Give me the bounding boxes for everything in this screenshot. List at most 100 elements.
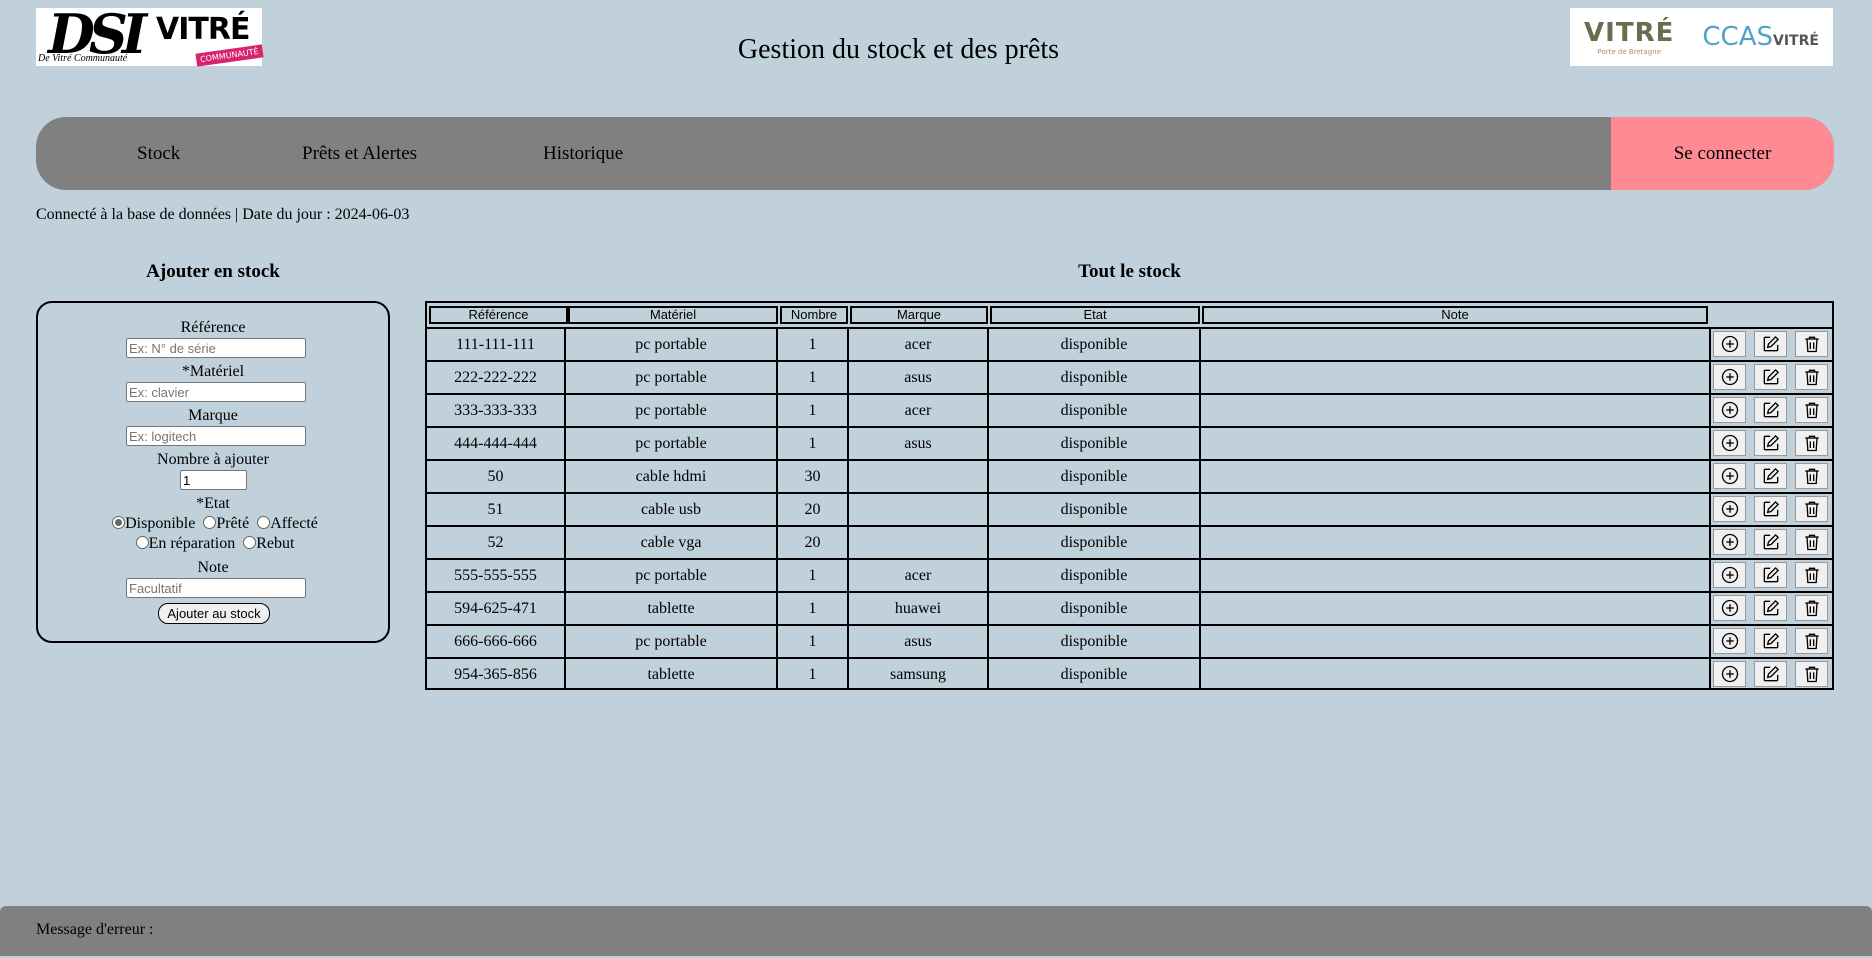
edit-button[interactable] — [1754, 529, 1787, 555]
plus-circle-icon — [1720, 664, 1740, 684]
delete-button[interactable] — [1795, 463, 1828, 489]
column-header-note: Note — [1202, 306, 1708, 324]
ccas-logo: CCASVITRÉ — [1702, 22, 1819, 52]
cell-materiel: tablette — [566, 593, 778, 624]
plus-circle-icon — [1720, 532, 1740, 552]
loan-button[interactable] — [1713, 628, 1746, 654]
note-input[interactable] — [126, 578, 306, 598]
delete-button[interactable] — [1795, 496, 1828, 522]
trash-icon — [1802, 499, 1822, 519]
edit-button[interactable] — [1754, 496, 1787, 522]
loan-button[interactable] — [1713, 529, 1746, 555]
edit-button[interactable] — [1754, 397, 1787, 423]
loan-button[interactable] — [1713, 496, 1746, 522]
edit-button[interactable] — [1754, 463, 1787, 489]
edit-icon — [1761, 400, 1781, 420]
delete-button[interactable] — [1795, 430, 1828, 456]
cell-marque: asus — [849, 626, 989, 657]
loan-button[interactable] — [1713, 430, 1746, 456]
edit-icon — [1761, 664, 1781, 684]
edit-button[interactable] — [1754, 562, 1787, 588]
edit-button[interactable] — [1754, 628, 1787, 654]
edit-icon — [1761, 598, 1781, 618]
cell-reference: 333-333-333 — [427, 395, 566, 426]
vitre-logo-subtitle: Porte de Bretagne — [1597, 48, 1661, 56]
reference-input[interactable] — [126, 338, 306, 358]
nav-prets-alertes[interactable]: Prêts et Alertes — [302, 117, 417, 190]
cell-nombre: 30 — [778, 461, 849, 492]
delete-button[interactable] — [1795, 529, 1828, 555]
note-label: Note — [197, 559, 229, 576]
cell-materiel: pc portable — [566, 560, 778, 591]
trash-icon — [1802, 466, 1822, 486]
etat-disponible-label: Disponible — [125, 515, 196, 532]
error-message: Message d'erreur : — [36, 921, 154, 938]
delete-button[interactable] — [1795, 562, 1828, 588]
loan-button[interactable] — [1713, 331, 1746, 357]
edit-button[interactable] — [1754, 331, 1787, 357]
etat-rebut-radio[interactable] — [243, 536, 257, 549]
loan-button[interactable] — [1713, 364, 1746, 390]
trash-icon — [1802, 664, 1822, 684]
cell-note — [1201, 395, 1711, 426]
plus-circle-icon — [1720, 466, 1740, 486]
materiel-input[interactable] — [126, 382, 306, 402]
cell-etat: disponible — [989, 626, 1201, 657]
loan-button[interactable] — [1713, 661, 1746, 687]
etat-reparation-radio[interactable] — [135, 536, 149, 549]
edit-button[interactable] — [1754, 430, 1787, 456]
edit-icon — [1761, 631, 1781, 651]
edit-button[interactable] — [1754, 364, 1787, 390]
cell-marque: acer — [849, 395, 989, 426]
cell-etat: disponible — [989, 329, 1201, 360]
loan-button[interactable] — [1713, 562, 1746, 588]
table-row: 51 cable usb 20 disponible — [427, 492, 1832, 525]
cell-nombre: 1 — [778, 329, 849, 360]
column-header-etat: Etat — [990, 306, 1200, 324]
cell-etat: disponible — [989, 461, 1201, 492]
delete-button[interactable] — [1795, 628, 1828, 654]
ccas-logo-suffix: VITRÉ — [1773, 33, 1819, 49]
trash-icon — [1802, 433, 1822, 453]
nav-stock[interactable]: Stock — [137, 117, 180, 190]
cell-etat: disponible — [989, 428, 1201, 459]
vitre-ccas-logo: VITRÉ Porte de Bretagne CCASVITRÉ — [1570, 8, 1833, 66]
cell-nombre: 1 — [778, 626, 849, 657]
cell-note — [1201, 593, 1711, 624]
cell-reference: 51 — [427, 494, 566, 525]
nav-historique[interactable]: Historique — [543, 117, 623, 190]
edit-icon — [1761, 499, 1781, 519]
loan-button[interactable] — [1713, 397, 1746, 423]
etat-affecte-radio[interactable] — [257, 516, 271, 529]
add-to-stock-button[interactable]: Ajouter au stock — [158, 603, 270, 624]
edit-button[interactable] — [1754, 595, 1787, 621]
login-button[interactable]: Se connecter — [1611, 117, 1834, 190]
cell-note — [1201, 659, 1711, 690]
cell-reference: 222-222-222 — [427, 362, 566, 393]
delete-button[interactable] — [1795, 364, 1828, 390]
nombre-label: Nombre à ajouter — [157, 451, 269, 468]
cell-etat: disponible — [989, 362, 1201, 393]
footer: Message d'erreur : — [0, 906, 1872, 956]
cell-marque — [849, 527, 989, 558]
edit-button[interactable] — [1754, 661, 1787, 687]
etat-prete-radio[interactable] — [203, 516, 217, 529]
delete-button[interactable] — [1795, 661, 1828, 687]
delete-button[interactable] — [1795, 397, 1828, 423]
cell-marque: acer — [849, 329, 989, 360]
delete-button[interactable] — [1795, 331, 1828, 357]
header: DSI De Vitré Communauté VITRÉ COMMUNAUTÉ… — [0, 0, 1872, 110]
cell-reference: 666-666-666 — [427, 626, 566, 657]
loan-button[interactable] — [1713, 595, 1746, 621]
delete-button[interactable] — [1795, 595, 1828, 621]
edit-icon — [1761, 565, 1781, 585]
cell-nombre: 20 — [778, 527, 849, 558]
plus-circle-icon — [1720, 400, 1740, 420]
loan-button[interactable] — [1713, 463, 1746, 489]
marque-input[interactable] — [126, 426, 306, 446]
etat-disponible-radio[interactable] — [112, 516, 126, 529]
nombre-input[interactable] — [180, 470, 247, 490]
trash-icon — [1802, 367, 1822, 387]
table-row: 222-222-222 pc portable 1 asus disponible — [427, 360, 1832, 393]
table-row: 50 cable hdmi 30 disponible — [427, 459, 1832, 492]
